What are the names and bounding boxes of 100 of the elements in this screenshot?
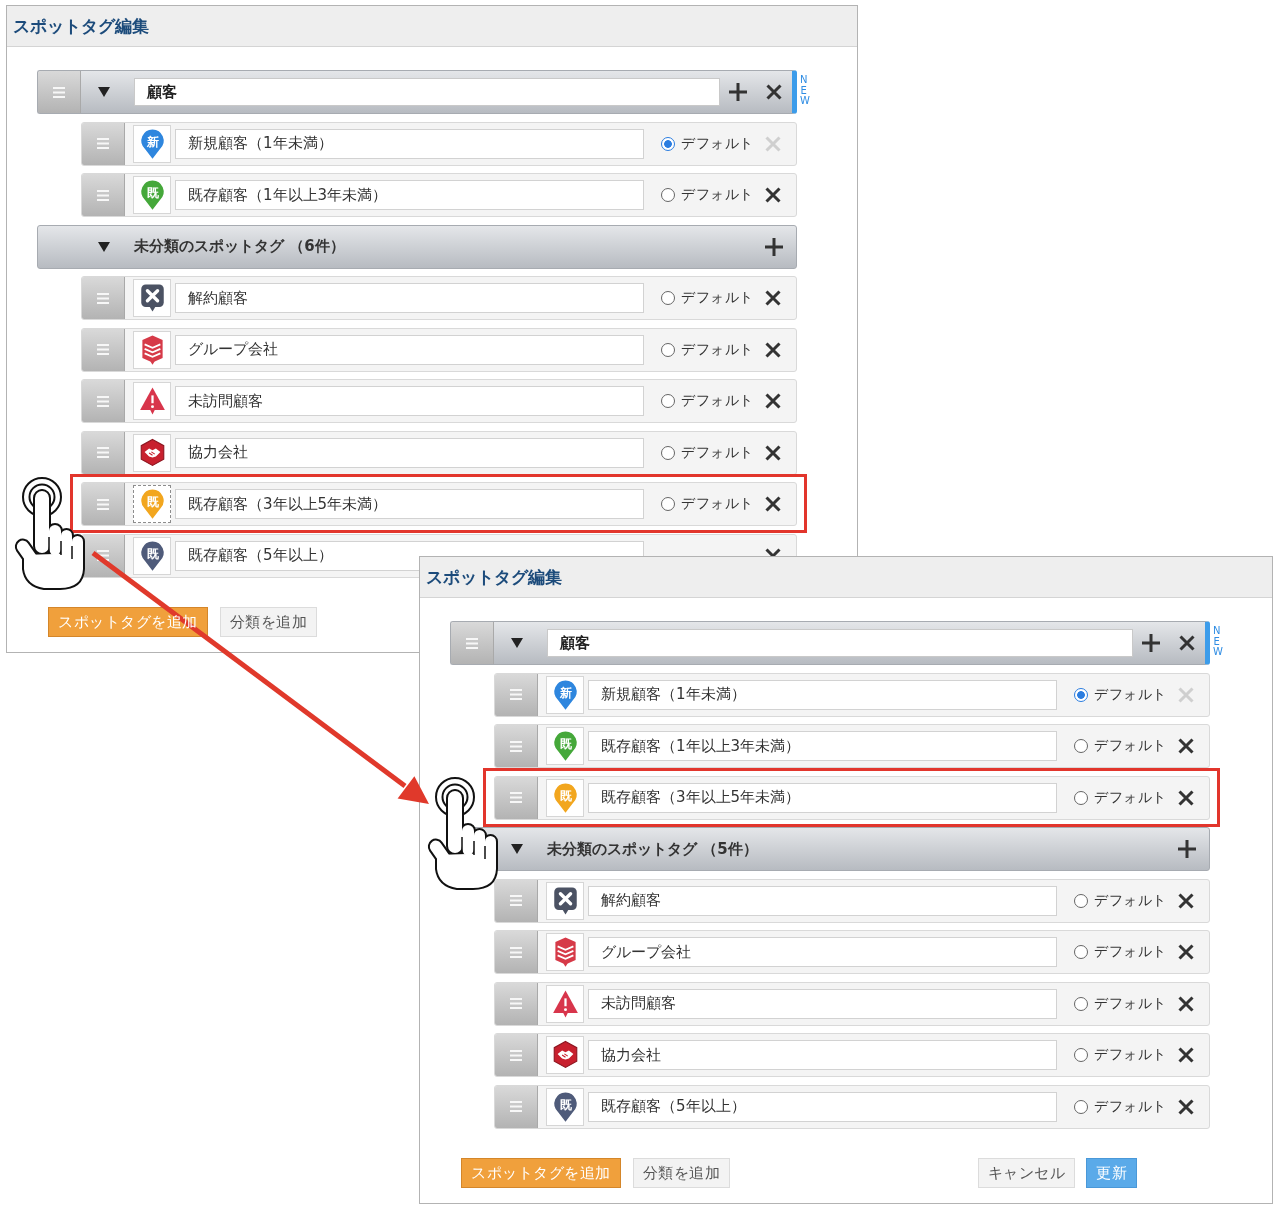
- grip-lines-icon: [510, 792, 522, 803]
- x-mark-icon[interactable]: [1178, 1098, 1194, 1115]
- tag-name-field[interactable]: 新規顧客（1年未満）: [175, 128, 644, 159]
- drag-handle[interactable]: [38, 71, 81, 113]
- radio-button[interactable]: [661, 291, 675, 305]
- x-mark-icon[interactable]: [1178, 892, 1194, 909]
- x-mark-icon[interactable]: [1179, 635, 1195, 651]
- caret-down-icon[interactable]: [511, 844, 523, 854]
- tag-name-field[interactable]: 解約顧客: [588, 885, 1057, 916]
- x-mark-icon[interactable]: [765, 187, 781, 203]
- x-mark-icon[interactable]: [765, 393, 781, 409]
- x-mark-icon[interactable]: [765, 496, 781, 512]
- grip-lines-icon: [510, 946, 522, 958]
- drag-handle[interactable]: [82, 277, 125, 319]
- drag-handle[interactable]: [495, 982, 538, 1025]
- default-label: デフォルト: [1094, 1046, 1167, 1064]
- tag-name-field[interactable]: 既存顧客（1年以上3年未満）: [175, 180, 644, 210]
- x-mark-icon[interactable]: [765, 341, 781, 358]
- plus-icon[interactable]: [1142, 634, 1160, 652]
- category-label: 未分類のスポットタグ （5件）: [547, 839, 758, 859]
- tag-name-field[interactable]: グループ会社: [588, 937, 1057, 967]
- radio-button[interactable]: [1074, 1048, 1088, 1062]
- radio-button[interactable]: [1074, 1099, 1088, 1114]
- map-pin-icon: 既: [546, 1087, 584, 1126]
- radio-button[interactable]: [661, 136, 675, 151]
- map-pin-icon: 既: [546, 778, 584, 817]
- default-label: デフォルト: [681, 495, 754, 513]
- drag-handle[interactable]: [495, 673, 538, 716]
- tag-name-field[interactable]: 未訪問顧客: [175, 386, 644, 416]
- drag-handle[interactable]: [82, 431, 125, 474]
- map-pin-icon: 既: [133, 485, 171, 523]
- drag-handle[interactable]: [495, 931, 538, 973]
- plus-icon[interactable]: [1178, 840, 1196, 858]
- radio-button[interactable]: [661, 188, 675, 202]
- radio-button[interactable]: [1074, 945, 1088, 959]
- default-label: デフォルト: [1094, 1097, 1167, 1116]
- grip-lines-icon: [97, 395, 109, 407]
- tag-name-field[interactable]: 協力会社: [588, 1040, 1057, 1070]
- tag-name-field[interactable]: 協力会社: [175, 437, 644, 468]
- drag-handle[interactable]: [495, 1034, 538, 1076]
- tag-name-field[interactable]: 未訪問顧客: [588, 988, 1057, 1019]
- x-mark-icon[interactable]: [765, 290, 781, 306]
- drag-handle[interactable]: [451, 622, 494, 664]
- grip-lines-icon: [466, 637, 478, 649]
- plus-icon[interactable]: [729, 83, 747, 101]
- radio-button[interactable]: [661, 445, 675, 460]
- radio-button[interactable]: [1074, 687, 1088, 702]
- grip-lines-icon: [510, 895, 522, 906]
- plus-icon[interactable]: [765, 237, 783, 256]
- tag-name-field[interactable]: 解約顧客: [175, 283, 644, 313]
- drag-handle[interactable]: [495, 1085, 538, 1128]
- map-pin-icon: 既: [133, 176, 171, 214]
- drag-handle[interactable]: [82, 122, 125, 165]
- grip-lines-icon: [510, 998, 522, 1009]
- radio-button[interactable]: [1074, 790, 1088, 805]
- drag-handle[interactable]: [82, 380, 125, 422]
- cancel-button[interactable]: キャンセル: [977, 1158, 1075, 1188]
- add-category-button[interactable]: 分類を追加: [219, 607, 317, 637]
- default-label: デフォルト: [681, 289, 754, 307]
- drag-handle[interactable]: [495, 879, 538, 922]
- radio-button[interactable]: [1074, 996, 1088, 1011]
- drag-handle[interactable]: [82, 174, 125, 216]
- category-label: 未分類のスポットタグ （6件）: [134, 237, 345, 256]
- map-pin-icon: 新: [133, 124, 171, 163]
- tag-name-field[interactable]: 新規顧客（1年未満）: [588, 679, 1057, 710]
- grip-lines-icon: [97, 498, 109, 510]
- radio-button[interactable]: [1074, 739, 1088, 753]
- radio-button[interactable]: [1074, 893, 1088, 908]
- x-mark-icon[interactable]: [765, 444, 781, 461]
- grip-lines-icon: [97, 344, 109, 355]
- x-mark-icon[interactable]: [1178, 1047, 1194, 1063]
- new-label: NEW: [1213, 626, 1221, 658]
- x-mark-icon[interactable]: [1178, 944, 1194, 960]
- x-mark-icon[interactable]: [1178, 789, 1194, 806]
- default-label: デフォルト: [1094, 994, 1167, 1013]
- default-label: デフォルト: [1094, 788, 1167, 807]
- drag-handle[interactable]: [495, 725, 538, 767]
- caret-down-icon[interactable]: [511, 638, 523, 648]
- x-mark-icon[interactable]: [766, 84, 782, 100]
- category-name-field[interactable]: 顧客: [134, 78, 720, 106]
- add-category-button[interactable]: 分類を追加: [632, 1158, 730, 1188]
- drag-handle[interactable]: [82, 328, 125, 371]
- radio-button[interactable]: [661, 497, 675, 511]
- dialog-title: スポットタグ編集: [13, 14, 149, 38]
- tag-name-field[interactable]: 既存顧客（3年以上5年未満）: [175, 489, 644, 519]
- drag-handle[interactable]: [495, 776, 538, 819]
- x-mark-icon[interactable]: [1178, 738, 1194, 754]
- tag-name-field[interactable]: グループ会社: [175, 334, 644, 365]
- caret-down-icon[interactable]: [98, 241, 110, 252]
- tag-name-field[interactable]: 既存顧客（3年以上5年未満）: [588, 782, 1057, 813]
- radio-button[interactable]: [661, 342, 675, 357]
- caret-down-icon[interactable]: [98, 87, 110, 97]
- x-mark-icon[interactable]: [1178, 995, 1194, 1012]
- tag-name-field[interactable]: 既存顧客（1年以上3年未満）: [588, 731, 1057, 761]
- grip-lines-icon: [53, 86, 65, 98]
- grip-lines-icon: [510, 689, 522, 700]
- category-name-field[interactable]: 顧客: [547, 629, 1133, 657]
- radio-button[interactable]: [661, 394, 675, 408]
- tag-name-field[interactable]: 既存顧客（5年以上）: [588, 1091, 1057, 1122]
- drag-handle[interactable]: [82, 483, 125, 525]
